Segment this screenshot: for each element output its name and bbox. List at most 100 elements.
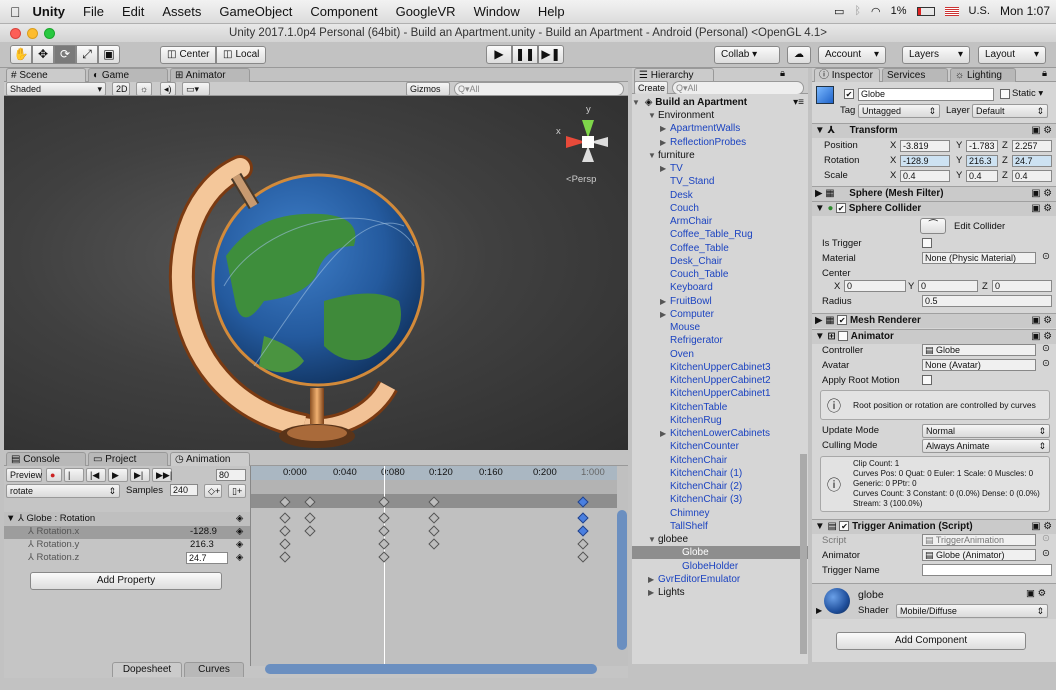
script-enabled-checkbox[interactable]: ✔ [839,521,850,532]
app-menu[interactable]: Unity [33,4,66,19]
hand-tool-icon[interactable]: ✋ [10,45,32,64]
property-row-x[interactable]: ⅄ Rotation.x -128.9 ◈ [4,526,250,539]
dopesheet-tab[interactable]: Dopesheet [112,662,182,677]
horizontal-scrollbar[interactable] [265,664,597,674]
position-y-input[interactable]: -1.783 [966,140,998,152]
center-y-input[interactable]: 0 [918,280,978,292]
hierarchy-item[interactable]: KitchenChair [632,454,808,467]
play-animation-button[interactable]: ▶ [108,468,128,482]
controller-field[interactable]: ▤ Globe [922,344,1036,356]
shader-dropdown[interactable]: Mobile/Diffuse ⇕ [896,604,1048,618]
avatar-field[interactable]: None (Avatar) [922,359,1036,371]
keyframe[interactable] [279,538,291,550]
scale-z-input[interactable]: 0.4 [1012,170,1052,182]
hierarchy-item[interactable]: ▶ GvrEditorEmulator [632,573,808,586]
property-row-z[interactable]: ⅄ Rotation.z 24.7 ◈ [4,552,250,565]
expand-icon[interactable]: ▶ [660,136,670,149]
renderer-enabled-checkbox[interactable]: ✔ [837,315,848,326]
keyframe[interactable] [378,551,390,563]
expand-icon[interactable]: ▶ [660,122,670,135]
clip-dropdown[interactable]: rotate ⇕ [6,484,120,498]
update-mode-dropdown[interactable]: Normal ⇕ [922,424,1050,438]
wifi-icon[interactable]: ◠ [871,5,881,18]
center-z-input[interactable]: 0 [992,280,1052,292]
keyframe[interactable] [577,538,589,550]
lighting-toggle-icon[interactable]: ☼ [136,82,152,96]
expand-icon[interactable]: ▶ [816,606,822,615]
component-settings-icon[interactable]: ▣ ⚙ [1031,202,1052,216]
layer-dropdown[interactable]: Default ⇕ [972,104,1048,118]
battery-icon[interactable] [916,6,935,16]
static-checkbox[interactable] [1000,89,1010,99]
component-settings-icon[interactable]: ▣ ⚙ [1031,124,1052,138]
hierarchy-item[interactable]: Desk_Chair [632,255,808,268]
scene-menu-icon[interactable]: ▾≡ [793,96,804,109]
add-component-button[interactable]: Add Component [836,632,1026,650]
account-dropdown[interactable]: Account ▾ [818,46,886,64]
tab-inspector[interactable]: ⓘ Inspector [814,68,880,83]
menu-googlevr[interactable]: GoogleVR [396,4,456,19]
expand-icon[interactable]: ▶ [660,427,670,440]
hierarchy-item[interactable]: Chimney [632,507,808,520]
next-key-button[interactable]: ▶| [130,468,150,482]
curves-tab[interactable]: Curves [184,662,244,677]
bluetooth-icon[interactable]: ᛒ [854,5,861,17]
property-group-row[interactable]: ▼ ⅄ Globe : Rotation ◈ [4,512,250,526]
apple-icon[interactable]:  [10,4,21,20]
persp-label[interactable]: <Persp [566,174,596,185]
menu-edit[interactable]: Edit [122,4,144,19]
hierarchy-item[interactable]: ▶ KitchenLowerCabinets [632,427,808,440]
2d-toggle[interactable]: 2D [112,82,130,96]
object-picker-icon[interactable]: ⊙ [1042,343,1050,354]
add-keyframe-icon[interactable]: ◇+ [204,484,222,498]
hierarchy-item[interactable]: ▶ FruitBowl [632,295,808,308]
tab-animation[interactable]: ◷ Animation [170,452,250,467]
expand-icon[interactable]: ▶ [660,308,670,321]
property-value[interactable]: 216.3 [190,539,214,550]
hierarchy-item[interactable]: KitchenChair (2) [632,480,808,493]
hierarchy-item[interactable]: ArmChair [632,215,808,228]
scene-gizmo-icon[interactable] [552,106,622,176]
create-dropdown[interactable]: Create ▾ [634,81,668,105]
trigger-animator-field[interactable]: ▤ Globe (Animator) [922,549,1036,561]
hierarchy-item[interactable]: Couch_Table [632,268,808,281]
scale-y-input[interactable]: 0.4 [966,170,998,182]
hierarchy-item[interactable]: ▼ Environment [632,109,808,122]
keyframe[interactable] [279,525,291,537]
hierarchy-item[interactable]: KitchenUpperCabinet2 [632,374,808,387]
hierarchy-item[interactable]: ▶ ApartmentWalls [632,122,808,135]
position-z-input[interactable]: 2.257 [1012,140,1052,152]
menu-window[interactable]: Window [474,4,520,19]
tab-scene[interactable]: # Scene [6,68,86,83]
hierarchy-item[interactable]: Refrigerator [632,334,808,347]
cloud-icon[interactable]: ☁ [787,46,811,64]
rotation-y-input[interactable]: 216.3 [966,155,998,167]
menu-component[interactable]: Component [310,4,377,19]
hierarchy-item[interactable]: KitchenChair (1) [632,467,808,480]
effects-dropdown-icon[interactable]: ▭▾ [182,82,210,96]
object-name-input[interactable]: Globe [858,88,994,101]
clock[interactable]: Mon 1:07 [1000,4,1050,18]
dopesheet-timeline[interactable]: 0:000 0:040 0:080 0:120 0:160 0:200 1:00… [250,466,628,674]
gizmos-dropdown[interactable]: Gizmos ▾ [406,82,450,106]
last-key-button[interactable]: ▶▶| [152,468,172,482]
collab-dropdown[interactable]: Collab ▾ [714,46,780,64]
mesh-filter-header[interactable]: ▶ ▦ Sphere (Mesh Filter) ▣ ⚙ [812,186,1056,201]
expand-icon[interactable]: ▶ [660,162,670,175]
minimize-window-button[interactable] [27,28,38,39]
keyframe[interactable] [304,525,316,537]
is-trigger-checkbox[interactable] [922,238,932,248]
radius-input[interactable]: 0.5 [922,295,1052,307]
add-property-button[interactable]: Add Property [30,572,222,590]
collapse-icon[interactable]: ▼ [648,149,658,162]
root-motion-checkbox[interactable] [922,375,932,385]
hierarchy-search-input[interactable]: Q▾All [672,81,804,95]
edit-collider-button[interactable]: ⏜ [920,218,946,234]
component-settings-icon[interactable]: ▣ ⚙ [1031,314,1052,328]
component-settings-icon[interactable]: ▣ ⚙ [1031,330,1052,344]
hierarchy-item[interactable]: KitchenRug [632,414,808,427]
transform-header[interactable]: ▼ ⅄ Transform ▣ ⚙ [812,123,1056,138]
pause-button[interactable]: ❚❚ [512,45,538,64]
physic-material-field[interactable]: None (Physic Material) [922,252,1036,264]
menu-assets[interactable]: Assets [162,4,201,19]
